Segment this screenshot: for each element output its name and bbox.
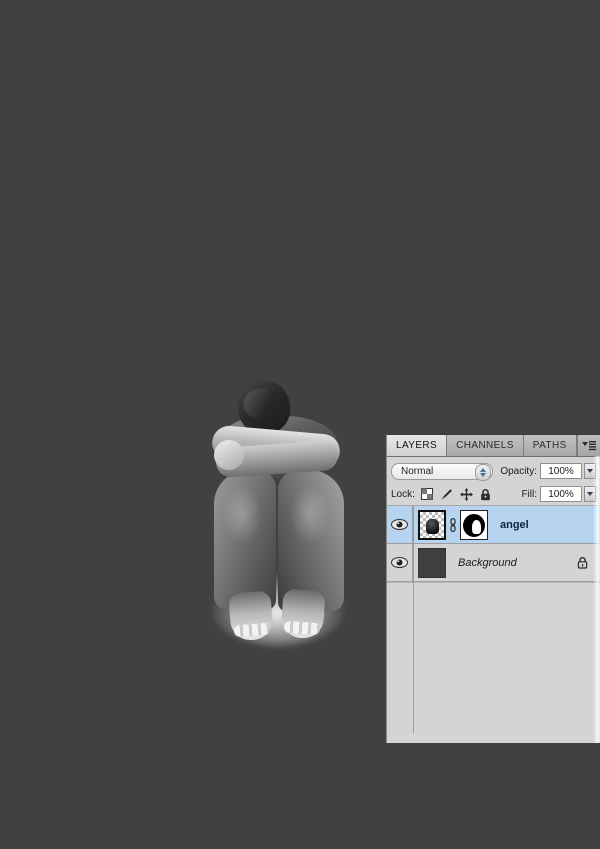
knee-highlight [290,484,330,544]
fill-value: 100% [548,489,574,500]
lock-row: Lock: Fill: 100% [387,483,600,506]
panel-menu-button[interactable] [578,435,600,456]
fill-dropdown-button[interactable] [584,486,596,502]
opacity-dropdown-button[interactable] [584,463,596,479]
chevron-down-icon [587,492,593,496]
stepper-down-arrow-icon [480,473,486,477]
chevron-down-icon [587,469,593,473]
figure-foot-left [228,591,273,642]
blend-mode-select[interactable]: Normal [391,463,493,480]
layer-thumbnail-background[interactable] [418,548,446,578]
knee-highlight [222,484,262,544]
link-icon [449,518,457,532]
lock-all-icon[interactable] [480,488,491,501]
tab-paths[interactable]: PATHS [524,435,577,456]
eye-icon [391,519,408,530]
tab-layers[interactable]: LAYERS [387,435,447,456]
tab-paths-label: PATHS [533,440,567,451]
tab-channels[interactable]: CHANNELS [447,435,524,456]
artwork-seated-figure [200,370,380,650]
layer-thumbnail-content [426,519,439,534]
figure-graphic [200,370,380,650]
panel-tab-bar: LAYERS CHANNELS PATHS [387,435,600,457]
opacity-value: 100% [548,466,574,477]
figure-toes-right [284,621,321,635]
layer-name-angel: angel [500,519,529,531]
stepper-up-arrow-icon [480,468,486,472]
eye-icon [391,557,408,568]
layer-mask-link-icon[interactable] [448,518,458,532]
layer-thumbnail-angel[interactable] [418,510,446,540]
layers-panel[interactable]: LAYERS CHANNELS PATHS Normal [386,434,600,743]
mask-shape-inner [472,520,481,534]
figure-toes-left [234,623,271,637]
layer-list: angel Background [387,506,600,733]
layer-name-background: Background [458,557,517,569]
tab-channels-label: CHANNELS [456,440,514,451]
layer-visibility-toggle-angel[interactable] [387,506,413,543]
layer-visibility-toggle-background[interactable] [387,544,413,581]
table-row[interactable]: Background [387,544,600,582]
lock-label: Lock: [391,489,415,500]
layer-mask-thumbnail-angel[interactable] [460,510,488,540]
figure-hand [214,440,244,470]
tab-layers-label: LAYERS [396,440,437,451]
layer-list-column-divider [413,506,414,733]
lock-position-icon[interactable] [460,488,473,501]
blend-mode-stepper[interactable] [475,464,491,481]
panel-menu-icon [581,440,597,451]
layer-list-empty-area[interactable] [387,582,600,733]
blend-mode-row: Normal Opacity: 100% [387,457,600,483]
table-row[interactable]: angel [387,506,600,544]
fill-input[interactable]: 100% [540,486,582,502]
figure-leg-left [214,470,276,610]
layer-locked-indicator [577,556,588,569]
fill-label: Fill: [521,489,537,500]
opacity-input[interactable]: 100% [540,463,582,479]
figure-foot-right [280,589,325,640]
opacity-label: Opacity: [500,466,537,477]
lock-image-pixels-icon[interactable] [440,488,453,501]
padlock-icon [577,556,588,569]
blend-mode-value: Normal [401,466,433,477]
lock-icon-group [421,488,491,501]
lock-transparent-pixels-icon[interactable] [421,488,433,500]
